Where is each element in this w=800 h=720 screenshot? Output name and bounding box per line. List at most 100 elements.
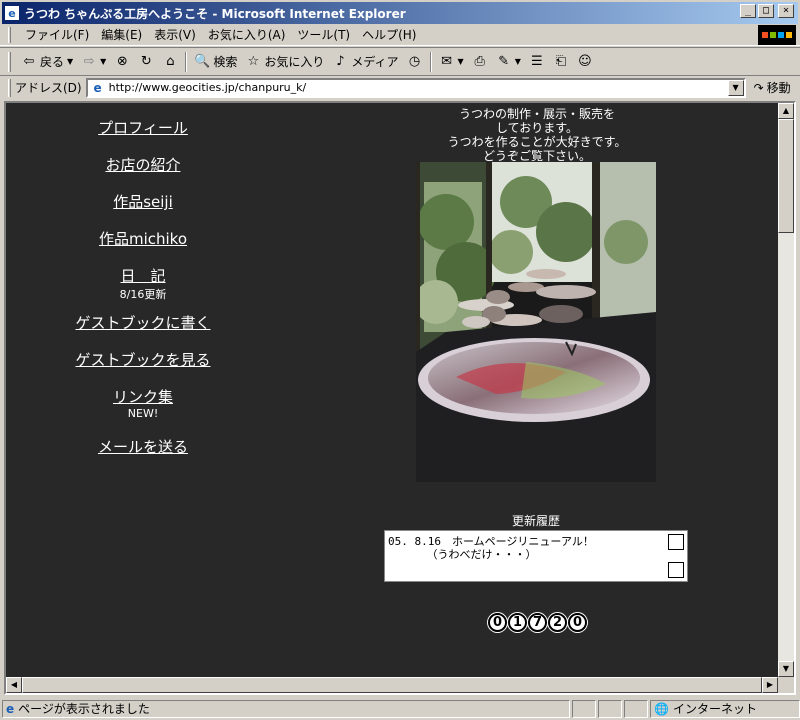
edit-icon: ✎ <box>498 54 510 69</box>
nav-profile[interactable]: プロフィール <box>68 117 218 138</box>
search-label: 検索 <box>213 55 238 69</box>
intro-line: どうぞご覧下さい。 <box>482 149 591 163</box>
maximize-button[interactable]: □ <box>758 4 774 18</box>
menu-help[interactable]: ヘルプ(H) <box>356 26 422 43</box>
window-title: うつわ ちゃんぷる工房へようこそ - Microsoft Internet Ex… <box>24 6 406 21</box>
menu-file[interactable]: ファイル(F) <box>19 26 95 43</box>
toolbar-separator <box>429 51 432 72</box>
nav-works-seiji[interactable]: 作品seiji <box>68 191 218 212</box>
go-label: 移動 <box>766 81 791 95</box>
media-button[interactable]: ♪ メディア <box>328 51 402 73</box>
history-box-square <box>668 534 684 550</box>
history-button[interactable]: ◷ <box>403 51 427 73</box>
address-dropdown-button[interactable]: ▼ <box>727 79 744 96</box>
intro-line: しております。 <box>495 121 579 135</box>
scroll-left-button[interactable]: ◀ <box>6 677 22 693</box>
nav-guestbook-read[interactable]: ゲストブックを見る <box>68 349 218 370</box>
back-dropdown-icon[interactable]: ▼ <box>67 57 73 66</box>
forward-dropdown-icon[interactable]: ▼ <box>100 57 106 66</box>
messenger-icon: ☺ <box>578 54 592 69</box>
scroll-down-button[interactable]: ▼ <box>778 661 794 677</box>
forward-arrow-icon: ⇨ <box>83 54 95 69</box>
links-new-badge: NEW! <box>127 407 159 420</box>
menu-favorites[interactable]: お気に入り(A) <box>202 26 292 43</box>
menu-view[interactable]: 表示(V) <box>148 26 202 43</box>
stop-icon: ⊗ <box>116 54 128 69</box>
back-arrow-icon: ⇦ <box>23 54 35 69</box>
window-controls: _ □ × <box>740 4 794 18</box>
back-button[interactable]: ⇦ 戻る ▼ <box>17 51 77 73</box>
diary-updated-note: 8/16更新 <box>119 288 167 301</box>
status-pane-empty <box>572 699 596 718</box>
go-arrow-icon: ↷ <box>753 80 764 95</box>
horizontal-scrollbar[interactable]: ◀ ▶ <box>6 677 778 693</box>
edit-dropdown-icon[interactable]: ▼ <box>515 57 521 66</box>
scroll-right-button[interactable]: ▶ <box>762 677 778 693</box>
intro-text: うつわの制作・展示・販売を しております。 うつわを作ることが大好きです。 どう… <box>406 107 668 163</box>
counter-digit: 0 <box>568 613 587 632</box>
mail-icon: ✉ <box>441 54 452 69</box>
intro-line: うつわを作ることが大好きです。 <box>447 135 627 149</box>
menu-tools[interactable]: ツール(T) <box>291 26 356 43</box>
nav-diary[interactable]: 日 記 <box>68 265 218 286</box>
toolbar-separator <box>185 51 188 72</box>
search-button[interactable]: 🔍 検索 <box>190 51 241 73</box>
messenger-button[interactable]: ☺ <box>573 51 597 73</box>
windows-logo-icon <box>758 25 796 45</box>
status-text-pane: e ページが表示されました <box>2 699 570 718</box>
menu-bar: ファイル(F) 編集(E) 表示(V) お気に入り(A) ツール(T) ヘルプ(… <box>0 24 800 46</box>
horizontal-scroll-thumb[interactable] <box>22 677 762 693</box>
update-history-box[interactable]: 05. 8.16 ホームページリニューアル！ （うわべだけ・・・） <box>384 530 688 582</box>
status-pane-empty <box>624 699 648 718</box>
scroll-up-button[interactable]: ▲ <box>778 103 794 119</box>
print-icon: ⎙ <box>474 54 485 69</box>
history-icon: ◷ <box>408 54 421 69</box>
favorites-label: お気に入り <box>264 55 325 69</box>
back-label: 戻る <box>40 55 65 69</box>
menu-edit[interactable]: 編集(E) <box>95 26 148 43</box>
forward-button[interactable]: ⇨ ▼ <box>77 51 110 73</box>
browser-viewport: プロフィール お店の紹介 作品seiji 作品michiko 日 記 8/16更… <box>4 101 796 695</box>
pottery-photo-illustration <box>416 162 656 482</box>
home-button[interactable]: ⌂ <box>158 51 182 73</box>
nav-links[interactable]: リンク集 <box>68 386 218 407</box>
nav-works-michiko[interactable]: 作品michiko <box>68 228 218 249</box>
discuss-button[interactable]: ☰ <box>525 51 549 73</box>
vertical-scrollbar[interactable]: ▲ ▼ <box>778 103 794 677</box>
refresh-icon: ↻ <box>140 54 152 69</box>
address-field[interactable]: e ▼ <box>85 77 746 98</box>
mail-dropdown-icon[interactable]: ▼ <box>458 57 464 66</box>
ie-page-icon: e <box>93 80 102 95</box>
research-button[interactable]: ⎗ <box>549 51 573 73</box>
address-input[interactable] <box>108 81 729 94</box>
update-history-text: 05. 8.16 ホームページリニューアル！ （うわべだけ・・・） <box>388 535 594 561</box>
minimize-button[interactable]: _ <box>740 4 756 18</box>
search-icon: 🔍 <box>194 54 211 69</box>
favorites-button[interactable]: ☆ お気に入り <box>241 51 328 73</box>
nav-send-mail[interactable]: メールを送る <box>68 436 218 457</box>
favorites-icon: ☆ <box>247 54 260 69</box>
refresh-button[interactable]: ↻ <box>134 51 158 73</box>
status-bar: e ページが表示されました 🌐 インターネット <box>0 697 800 720</box>
stop-button[interactable]: ⊗ <box>110 51 134 73</box>
print-button[interactable]: ⎙ <box>468 51 492 73</box>
counter-digit: 1 <box>508 613 527 632</box>
toolbar-grip <box>8 51 11 72</box>
menu-grip <box>8 26 11 43</box>
access-counter: 0 1 7 2 0 <box>488 613 587 632</box>
vertical-scroll-thumb[interactable] <box>778 119 794 233</box>
mail-button[interactable]: ✉ ▼ <box>435 51 468 73</box>
counter-digit: 0 <box>488 613 507 632</box>
nav-shop[interactable]: お店の紹介 <box>68 154 218 175</box>
close-button[interactable]: × <box>778 4 794 18</box>
address-grip <box>8 78 11 97</box>
intro-line: うつわの制作・展示・販売を <box>458 107 615 121</box>
counter-digit: 2 <box>548 613 567 632</box>
pottery-photo <box>416 162 656 482</box>
status-pane-empty <box>598 699 622 718</box>
nav-guestbook-write[interactable]: ゲストブックに書く <box>68 312 218 333</box>
edit-button[interactable]: ✎ ▼ <box>492 51 525 73</box>
status-text: ページが表示されました <box>18 702 150 716</box>
home-icon: ⌂ <box>166 54 175 69</box>
go-button[interactable]: ↷ 移動 <box>754 79 791 96</box>
